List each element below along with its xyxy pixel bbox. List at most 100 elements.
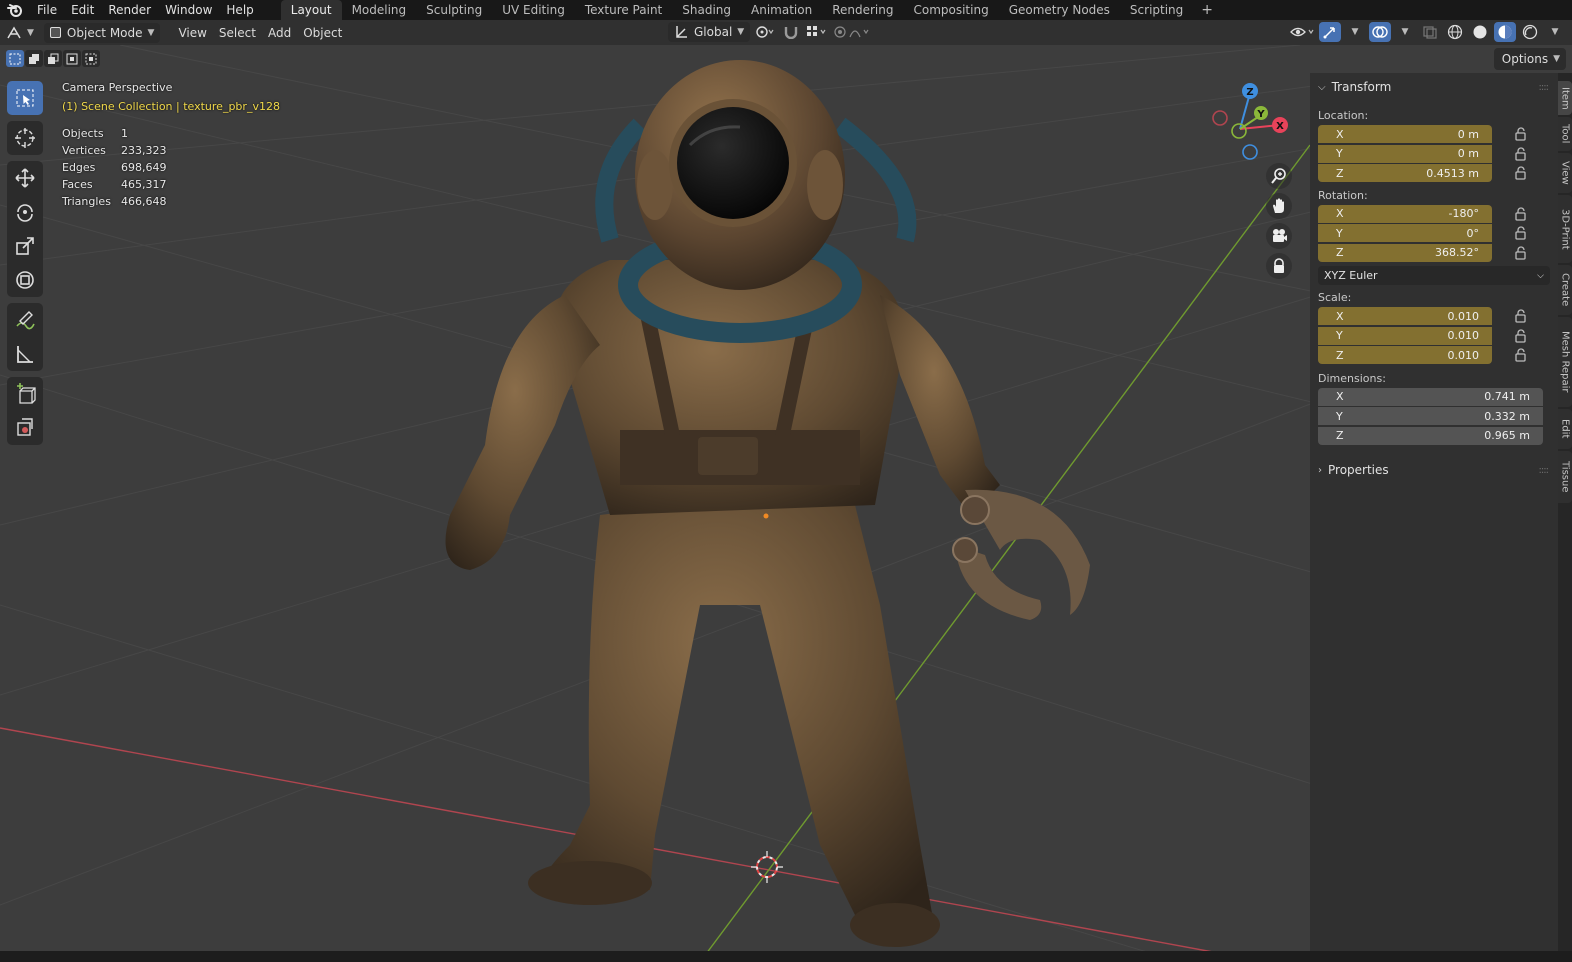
tab-uv-editing[interactable]: UV Editing (492, 0, 575, 20)
rotation-x-field[interactable]: X -180° (1318, 204, 1492, 223)
gizmo-toggle[interactable] (1319, 22, 1341, 42)
unlock-icon[interactable] (1514, 127, 1528, 144)
unlock-icon[interactable] (1514, 245, 1528, 263)
select-extend-button[interactable] (25, 50, 43, 67)
solid-shading-button[interactable] (1469, 22, 1491, 42)
visibility-dropdown[interactable] (1290, 22, 1316, 42)
proportional-edit-toggle[interactable] (832, 22, 872, 42)
tab-texture-paint[interactable]: Texture Paint (575, 0, 672, 20)
menu-view[interactable]: View (172, 23, 212, 43)
unlock-icon[interactable] (1514, 166, 1528, 183)
move-tool[interactable] (7, 161, 43, 195)
tab-create[interactable]: Create (1558, 265, 1572, 315)
menu-select[interactable]: Select (213, 23, 262, 43)
tab-geometry-nodes[interactable]: Geometry Nodes (999, 0, 1120, 20)
editor-type-dropdown[interactable]: ▼ (0, 23, 40, 43)
menu-file[interactable]: File (30, 0, 64, 20)
tab-rendering[interactable]: Rendering (822, 0, 903, 20)
unlock-icon[interactable] (1514, 226, 1528, 243)
scale-tool[interactable] (7, 229, 43, 263)
select-subtract-button[interactable] (44, 50, 62, 67)
cursor-tool[interactable] (7, 121, 43, 155)
menu-render[interactable]: Render (101, 0, 158, 20)
tab-3d-print[interactable]: 3D-Print (1558, 195, 1572, 263)
select-box-tool[interactable] (7, 81, 43, 115)
axis-label: Y (1336, 409, 1343, 423)
tab-sculpting[interactable]: Sculpting (416, 0, 492, 20)
tab-tool[interactable]: Tool (1558, 117, 1572, 151)
location-y-field[interactable]: Y 0 m (1318, 144, 1492, 163)
rotation-mode-dropdown[interactable]: XYZ Euler ⌵ (1318, 266, 1550, 285)
tab-shading[interactable]: Shading (672, 0, 741, 20)
transform-panel-header[interactable]: ⌵ Transform :::: (1310, 75, 1558, 99)
tab-compositing[interactable]: Compositing (903, 0, 998, 20)
dimensions-y-field[interactable]: Y 0.332 m (1318, 407, 1543, 425)
tab-edit[interactable]: Edit (1558, 409, 1572, 449)
rotation-y-field[interactable]: Y 0° (1318, 224, 1492, 242)
overlays-dropdown[interactable]: ▼ (1394, 22, 1416, 42)
object-tool[interactable] (7, 411, 43, 445)
snap-target-dropdown[interactable] (806, 22, 828, 42)
material-preview-shading-button[interactable] (1494, 22, 1516, 42)
rotation-z-field[interactable]: Z 368.52° (1318, 243, 1492, 262)
location-z-field[interactable]: Z 0.4513 m (1318, 164, 1492, 182)
tab-modeling[interactable]: Modeling (342, 0, 417, 20)
snap-toggle[interactable] (780, 22, 802, 42)
orientation-dropdown[interactable]: Global ▼ (668, 22, 751, 42)
menu-window[interactable]: Window (158, 0, 219, 20)
gizmo-dropdown[interactable]: ▼ (1344, 22, 1366, 42)
menu-edit[interactable]: Edit (64, 0, 101, 20)
measure-tool[interactable] (7, 337, 43, 371)
blender-logo-icon[interactable] (0, 0, 30, 20)
tab-mesh-repair[interactable]: Mesh Repair (1558, 317, 1572, 407)
scale-z-field[interactable]: Z 0.010 (1318, 346, 1492, 364)
menu-help[interactable]: Help (219, 0, 260, 20)
rendered-shading-button[interactable] (1519, 22, 1541, 42)
mode-dropdown[interactable]: Object Mode ▼ (43, 22, 161, 43)
select-new-button[interactable] (6, 50, 24, 67)
select-invert-button[interactable] (63, 50, 81, 67)
scale-y-field[interactable]: Y 0.010 (1318, 326, 1492, 345)
pan-button[interactable] (1266, 193, 1292, 219)
scale-x-field[interactable]: X 0.010 (1318, 307, 1492, 325)
add-cube-tool[interactable] (7, 377, 43, 411)
drag-handle-icon[interactable]: :::: (1539, 82, 1550, 93)
menu-add[interactable]: Add (262, 23, 297, 43)
dimensions-x-field[interactable]: X 0.741 m (1318, 387, 1543, 406)
dimensions-z-field[interactable]: Z 0.965 m (1318, 426, 1543, 445)
unlock-icon[interactable] (1514, 328, 1528, 346)
properties-panel-header[interactable]: › Properties :::: (1310, 458, 1558, 482)
chevron-right-icon: › (1318, 464, 1322, 476)
menu-object[interactable]: Object (297, 23, 348, 43)
unlock-icon[interactable] (1514, 146, 1528, 164)
shading-dropdown[interactable]: ▼ (1544, 22, 1566, 42)
wireframe-shading-button[interactable] (1444, 22, 1466, 42)
zoom-button[interactable] (1266, 163, 1292, 189)
transform-tool[interactable] (7, 263, 43, 297)
rotate-tool[interactable] (7, 195, 43, 229)
drag-handle-icon[interactable]: :::: (1539, 465, 1550, 476)
field-value: 0° (1466, 226, 1480, 240)
unlock-icon[interactable] (1514, 309, 1528, 326)
annotate-tool[interactable] (7, 303, 43, 337)
xray-toggle[interactable] (1419, 22, 1441, 42)
tab-view[interactable]: View (1558, 153, 1572, 193)
tab-animation[interactable]: Animation (741, 0, 822, 20)
pivot-point-dropdown[interactable] (754, 22, 776, 42)
tab-item[interactable]: Item (1558, 81, 1572, 115)
unlock-icon[interactable] (1514, 348, 1528, 365)
location-x-field[interactable]: X 0 m (1318, 125, 1492, 143)
tab-scripting[interactable]: Scripting (1120, 0, 1193, 20)
tab-layout[interactable]: Layout (280, 0, 342, 20)
overlays-toggle[interactable] (1369, 22, 1391, 42)
tab-tissue[interactable]: Tissue (1558, 451, 1572, 503)
lock-view-button[interactable] (1266, 253, 1292, 279)
add-workspace-button[interactable]: + (1193, 0, 1221, 20)
camera-view-button[interactable] (1266, 223, 1292, 249)
3d-viewport[interactable]: Z X Y Options ▼ Camera Perspective (1) S… (0, 45, 1572, 962)
field-value: 0.010 (1447, 329, 1480, 342)
select-intersect-button[interactable] (82, 50, 100, 67)
navigation-gizmo[interactable]: Z X Y (1212, 83, 1288, 160)
options-dropdown[interactable]: Options ▼ (1493, 48, 1566, 70)
unlock-icon[interactable] (1514, 206, 1528, 224)
